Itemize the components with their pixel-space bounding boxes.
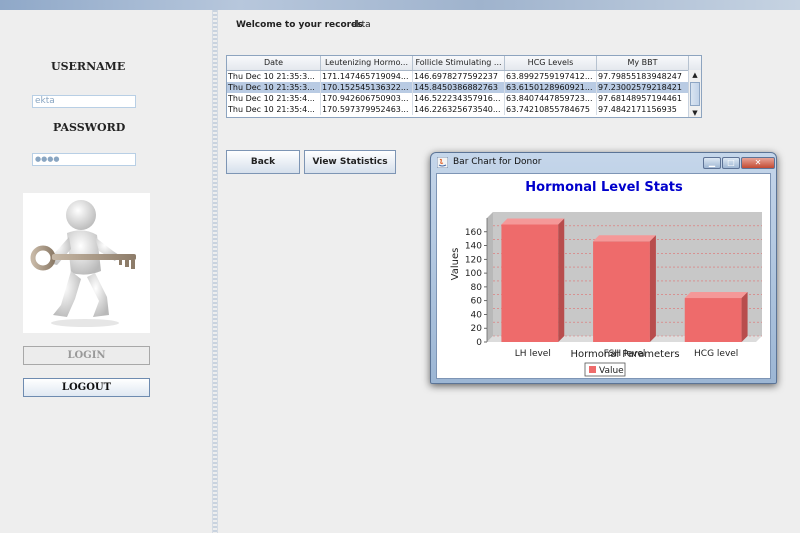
legend-label: Value bbox=[599, 366, 624, 376]
y-tick-label: 160 bbox=[465, 228, 482, 238]
welcome-username: ekta bbox=[350, 20, 371, 30]
y-axis-label: Values bbox=[450, 248, 461, 281]
scroll-thumb[interactable] bbox=[690, 82, 700, 106]
scroll-up-arrow-icon[interactable]: ▲ bbox=[689, 70, 701, 80]
table-row[interactable]: Thu Dec 10 21:35:3... 171.147465719094..… bbox=[227, 71, 701, 82]
y-tick-label: 60 bbox=[471, 297, 483, 307]
table-cell: 171.147465719094... bbox=[321, 71, 413, 82]
back-button[interactable]: Back bbox=[226, 150, 300, 174]
key-figure-image bbox=[23, 193, 150, 333]
column-header-date[interactable]: Date bbox=[227, 56, 321, 70]
y-tick-label: 80 bbox=[471, 283, 483, 293]
table-cell: 170.597379952463... bbox=[321, 104, 413, 115]
maximize-icon[interactable]: □ bbox=[722, 157, 740, 169]
table-cell: 146.522234357916... bbox=[413, 93, 505, 104]
plot-side-wall bbox=[487, 212, 493, 342]
bar-side bbox=[649, 235, 656, 342]
table-row[interactable]: Thu Dec 10 21:35:4... 170.942606750903..… bbox=[227, 93, 701, 104]
table-cell: 63.7421085578467​5 bbox=[505, 104, 597, 115]
y-tick-label: 100 bbox=[465, 269, 482, 279]
bar bbox=[501, 224, 559, 342]
plot-area: 020406080100120140160LH level FSH level HC… bbox=[465, 212, 762, 359]
table-row-selected[interactable]: Thu Dec 10 21:35:3... 170.152545136322..… bbox=[227, 82, 701, 93]
x-axis-label: Hormonal Parameters bbox=[570, 349, 679, 360]
table-cell: 170.942606750903... bbox=[321, 93, 413, 104]
logout-button[interactable]: LOGOUT bbox=[23, 378, 150, 397]
column-header-fsh[interactable]: Follicle Stimulating ... bbox=[413, 56, 505, 70]
welcome-text: Welcome to your records bbox=[236, 20, 363, 30]
window-title: Bar Chart for Donor bbox=[453, 157, 542, 167]
table-header: Date Leutenizing Hormo... Follicle Stimu… bbox=[227, 56, 701, 71]
bar-chart-window[interactable]: Bar Chart for Donor ▁ □ ✕ Hormonal Level… bbox=[430, 152, 777, 384]
username-label: USERNAME bbox=[51, 60, 126, 73]
chart-title: Hormonal Level Stats bbox=[525, 180, 683, 195]
table-cell: 63.8992759197412... bbox=[505, 71, 597, 82]
y-tick-label: 120 bbox=[465, 255, 482, 265]
bar-side bbox=[741, 292, 748, 342]
username-field[interactable]: ekta bbox=[32, 95, 136, 108]
legend-swatch bbox=[589, 366, 596, 373]
chart-legend: Value bbox=[584, 362, 626, 377]
view-statistics-button[interactable]: View Statistics bbox=[304, 150, 396, 174]
table-cell: 170.152545136322... bbox=[321, 82, 413, 93]
table-cell: 63.6150128960921... bbox=[505, 82, 597, 93]
column-header-bbt[interactable]: My BBT bbox=[597, 56, 689, 70]
table-cell: 97.4842171156935 bbox=[597, 104, 689, 115]
table-cell: 97.79855183948247 bbox=[597, 71, 689, 82]
x-tick-label: LH level bbox=[515, 349, 551, 359]
table-cell: 145.8450386882763 bbox=[413, 82, 505, 93]
column-header-hcg[interactable]: HCG Levels bbox=[505, 56, 597, 70]
table-cell: 63.8407447859723... bbox=[505, 93, 597, 104]
records-table[interactable]: Date Leutenizing Hormo... Follicle Stimu… bbox=[226, 55, 702, 118]
scroll-down-arrow-icon[interactable]: ▼ bbox=[689, 108, 701, 117]
table-cell: Thu Dec 10 21:35:4... bbox=[227, 104, 321, 115]
chart-panel: Hormonal Level Stats 0 20 40 60 80 100 120 140 1… bbox=[436, 173, 771, 379]
bar-side bbox=[558, 218, 565, 342]
bar bbox=[684, 298, 742, 342]
table-cell: Thu Dec 10 21:35:4... bbox=[227, 93, 321, 104]
table-cell: 146.226325673540... bbox=[413, 104, 505, 115]
table-cell: Thu Dec 10 21:35:3... bbox=[227, 71, 321, 82]
close-icon[interactable]: ✕ bbox=[741, 157, 775, 169]
table-row[interactable]: Thu Dec 10 21:35:4... 170.597379952463..… bbox=[227, 104, 701, 115]
bar-top bbox=[501, 218, 565, 225]
login-button[interactable]: LOGIN bbox=[23, 346, 150, 365]
table-cell: 97.23002579218421 bbox=[597, 82, 689, 93]
x-tick-label: HCG level bbox=[694, 349, 738, 359]
table-cell: Thu Dec 10 21:35:3... bbox=[227, 82, 321, 93]
y-tick-label: 20 bbox=[471, 324, 483, 334]
bar-top bbox=[684, 292, 748, 299]
table-cell: 97.68148957194461 bbox=[597, 93, 689, 104]
y-tick-label: 0 bbox=[476, 338, 482, 348]
table-scrollbar[interactable]: ▲ ▼ bbox=[688, 70, 701, 117]
java-icon bbox=[437, 157, 448, 168]
password-field[interactable]: ●●●● bbox=[32, 153, 136, 166]
window-title-bar[interactable]: Bar Chart for Donor ▁ □ ✕ bbox=[435, 155, 775, 171]
desktop-top-strip bbox=[0, 0, 800, 10]
y-tick-label: 40 bbox=[471, 310, 483, 320]
bar-chart: Hormonal Level Stats 0 20 40 60 80 100 120 140 1… bbox=[450, 180, 762, 377]
password-label: PASSWORD bbox=[53, 121, 126, 134]
bar bbox=[593, 241, 650, 342]
minimize-icon[interactable]: ▁ bbox=[703, 157, 721, 169]
welcome-message: Welcome to your recordsekta bbox=[236, 20, 371, 30]
bar-top bbox=[593, 235, 656, 242]
table-cell: 146.6978277592237 bbox=[413, 71, 505, 82]
y-tick-label: 140 bbox=[465, 242, 482, 252]
column-header-lh[interactable]: Leutenizing Hormo... bbox=[321, 56, 413, 70]
